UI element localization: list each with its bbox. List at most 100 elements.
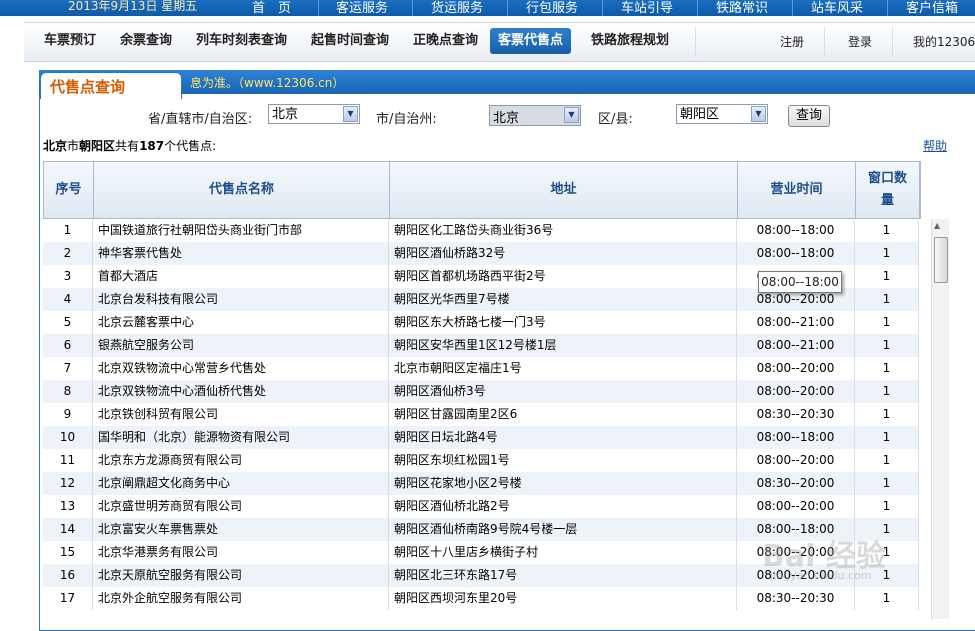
cell-name: 首都大酒店 xyxy=(93,265,389,288)
cell-address: 朝阳区首都机场路西平街2号 xyxy=(389,265,737,288)
table-scrollbar[interactable]: ▲ xyxy=(931,219,949,619)
top-nav-station-guide[interactable]: 车站引导 xyxy=(621,0,673,16)
cell-windows: 1 xyxy=(855,587,919,610)
cell-address: 朝阳区北三环东路17号 xyxy=(389,564,737,587)
cell-address: 朝阳区酒仙桥南路9号院4号楼一层 xyxy=(389,518,737,541)
result-summary: 北京市朝阳区共有187个代售点: xyxy=(43,137,216,154)
cell-no: 4 xyxy=(43,288,93,311)
hours-tooltip: 08:00--18:00 xyxy=(758,271,842,293)
col-header-hours: 营业时间 xyxy=(738,162,856,218)
cell-no: 15 xyxy=(43,541,93,564)
city-value: 北京 xyxy=(493,111,520,126)
top-nav-passenger[interactable]: 客运服务 xyxy=(336,0,388,16)
query-button[interactable]: 查询 xyxy=(788,105,830,127)
cell-name: 北京富安火车票售票处 xyxy=(93,518,389,541)
help-link[interactable]: 帮助 xyxy=(923,137,947,154)
cell-name: 银燕航空服务公司 xyxy=(93,334,389,357)
login-link[interactable]: 登录 xyxy=(848,33,872,50)
cell-windows: 1 xyxy=(855,219,919,242)
top-nav-freight[interactable]: 货运服务 xyxy=(431,0,483,16)
table-row[interactable]: 6 银燕航空服务公司 朝阳区安华西里1区12号楼1层 08:00--21:00 1 xyxy=(43,334,919,357)
cell-no: 17 xyxy=(43,587,93,610)
cell-windows: 1 xyxy=(855,426,919,449)
table-row[interactable]: 7 北京双铁物流中心常营乡代售处 北京市朝阳区定福庄1号 08:00--20:00 1 xyxy=(43,357,919,380)
district-select[interactable]: 朝阳区 ▼ xyxy=(676,104,768,124)
city-label: 市/自治州: xyxy=(376,112,437,127)
cell-address: 朝阳区花家地小区2号楼 xyxy=(389,472,737,495)
cell-windows: 1 xyxy=(855,242,919,265)
cell-no: 12 xyxy=(43,472,93,495)
district-value: 朝阳区 xyxy=(680,107,720,122)
nav-delay-query[interactable]: 正晚点查询 xyxy=(405,28,486,54)
my-12306-link[interactable]: 我的12306 xyxy=(913,33,975,50)
cell-name: 北京华港票务有限公司 xyxy=(93,541,389,564)
cell-address: 朝阳区安华西里1区12号楼1层 xyxy=(389,334,737,357)
current-date: 2013年9月13日 星期五 xyxy=(68,0,198,13)
top-nav-home[interactable]: 首 页 xyxy=(252,0,291,16)
cell-windows: 1 xyxy=(855,495,919,518)
province-label: 省/直辖市/自治区: xyxy=(148,112,253,127)
cell-hours: 08:00--21:00 xyxy=(737,311,855,334)
table-header: 序号 代售点名称 地址 营业时间 窗口数量 xyxy=(43,161,921,219)
register-link[interactable]: 注册 xyxy=(780,33,804,50)
scroll-thumb[interactable] xyxy=(934,237,948,283)
chevron-down-icon: ▼ xyxy=(564,107,579,123)
top-nav-railway-knowledge[interactable]: 铁路常识 xyxy=(716,0,768,16)
cell-name: 神华客票代售处 xyxy=(93,242,389,265)
cell-hours: 08:00--20:00 xyxy=(737,380,855,403)
cell-no: 8 xyxy=(43,380,93,403)
cell-hours: 08:00--18:00 xyxy=(737,242,855,265)
main-nav: 车票预订 余票查询 列车时刻表查询 起售时间查询 正晚点查询 客票代售点 铁路旅… xyxy=(24,22,975,62)
nav-sale-time[interactable]: 起售时间查询 xyxy=(303,28,397,54)
cell-address: 朝阳区日坛北路4号 xyxy=(389,426,737,449)
cell-address: 北京市朝阳区定福庄1号 xyxy=(389,357,737,380)
chevron-down-icon: ▼ xyxy=(343,106,358,122)
table-row[interactable]: 13 北京盛世明芳商贸有限公司 朝阳区酒仙桥北路2号 08:00--20:00 1 xyxy=(43,495,919,518)
cell-name: 北京双铁物流中心酒仙桥代售处 xyxy=(93,380,389,403)
province-select[interactable]: 北京 ▼ xyxy=(268,104,360,124)
table-row[interactable]: 9 北京铁创科贸有限公司 朝阳区甘露园南里2区6 08:30--20:30 1 xyxy=(43,403,919,426)
table-row[interactable]: 1 中国铁道旅行社朝阳岱头商业街门市部 朝阳区化工路岱头商业街36号 08:00--1… xyxy=(43,219,919,242)
city-select[interactable]: 北京 ▼ xyxy=(489,105,581,126)
cell-windows: 1 xyxy=(855,311,919,334)
nav-remaining-tickets[interactable]: 余票查询 xyxy=(112,28,180,54)
cell-windows: 1 xyxy=(855,380,919,403)
table-row[interactable]: 2 神华客票代售处 朝阳区酒仙桥路32号 08:00--18:00 1 xyxy=(43,242,919,265)
summary-city: 北京 xyxy=(43,139,68,153)
cell-name: 国华明和（北京）能源物资有限公司 xyxy=(93,426,389,449)
cell-windows: 1 xyxy=(855,449,919,472)
table-row[interactable]: 8 北京双铁物流中心酒仙桥代售处 朝阳区酒仙桥3号 08:00--20:00 1 xyxy=(43,380,919,403)
cell-windows: 1 xyxy=(855,357,919,380)
top-nav-parcel[interactable]: 行包服务 xyxy=(526,0,578,16)
nav-timetable[interactable]: 列车时刻表查询 xyxy=(188,28,295,54)
nav-ticket-agency[interactable]: 客票代售点 xyxy=(490,28,572,54)
top-nav-customer-mailbox[interactable]: 客户信箱 xyxy=(906,0,958,16)
table-row[interactable]: 11 北京东方龙源商贸有限公司 朝阳区东坝红松园1号 08:00--20:00 1 xyxy=(43,449,919,472)
table-row[interactable]: 10 国华明和（北京）能源物资有限公司 朝阳区日坛北路4号 08:00--18:00 1 xyxy=(43,426,919,449)
cell-hours: 08:00--18:00 xyxy=(737,426,855,449)
cell-windows: 1 xyxy=(855,334,919,357)
cell-address: 朝阳区西坝河东里20号 xyxy=(389,587,737,610)
cell-name: 北京外企航空服务有限公司 xyxy=(93,587,389,610)
cell-no: 10 xyxy=(43,426,93,449)
cell-hours: 08:00--20:00 xyxy=(737,495,855,518)
cell-hours: 08:00--20:00 xyxy=(737,449,855,472)
cell-address: 朝阳区酒仙桥路32号 xyxy=(389,242,737,265)
col-header-windows: 窗口数量 xyxy=(856,162,920,218)
col-header-address: 地址 xyxy=(390,162,738,218)
chevron-down-icon: ▼ xyxy=(751,106,766,122)
table-row[interactable]: 12 北京阐鼎超文化商务中心 朝阳区花家地小区2号楼 08:30--20:00 1 xyxy=(43,472,919,495)
table-row[interactable]: 17 北京外企航空服务有限公司 朝阳区西坝河东里20号 08:30--20:30 1 xyxy=(43,587,919,610)
cell-name: 北京云麓客票中心 xyxy=(93,311,389,334)
cell-name: 北京东方龙源商贸有限公司 xyxy=(93,449,389,472)
nav-ticket-booking[interactable]: 车票预订 xyxy=(36,28,104,54)
scroll-up-icon[interactable]: ▲ xyxy=(934,221,940,230)
cell-name: 北京天原航空服务有限公司 xyxy=(93,564,389,587)
cell-windows: 1 xyxy=(855,265,919,288)
cell-no: 14 xyxy=(43,518,93,541)
top-nav-station-style[interactable]: 站车风采 xyxy=(811,0,863,16)
table-row[interactable]: 5 北京云麓客票中心 朝阳区东大桥路七楼一门3号 08:00--21:00 1 xyxy=(43,311,919,334)
nav-trip-planning[interactable]: 铁路旅程规划 xyxy=(583,28,677,54)
cell-no: 9 xyxy=(43,403,93,426)
summary-count: 187 xyxy=(139,139,165,153)
